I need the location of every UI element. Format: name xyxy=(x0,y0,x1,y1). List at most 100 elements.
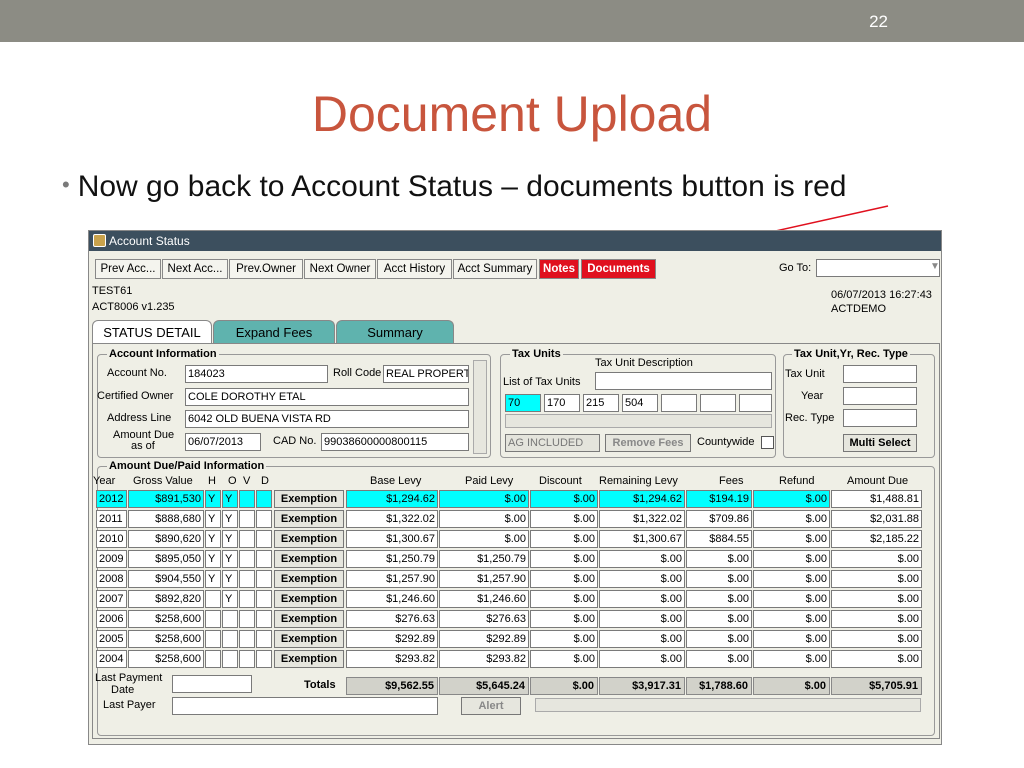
cell-v[interactable] xyxy=(239,570,255,588)
cell-o[interactable]: Y xyxy=(222,530,238,548)
cell-paid[interactable]: $1,250.79 xyxy=(439,550,529,568)
exemption-button[interactable]: Exemption xyxy=(274,630,344,648)
cell-fees[interactable]: $709.86 xyxy=(686,510,752,528)
tab-summary[interactable]: Summary xyxy=(336,320,454,344)
account-scrollbar[interactable] xyxy=(473,360,487,454)
cell-d[interactable] xyxy=(256,530,272,548)
tax-unit-5[interactable] xyxy=(661,394,697,412)
exemption-button[interactable]: Exemption xyxy=(274,530,344,548)
next-acc-button[interactable]: Next Acc... xyxy=(162,259,228,279)
exemption-button[interactable]: Exemption xyxy=(274,550,344,568)
exemption-button[interactable]: Exemption xyxy=(274,490,344,508)
cell-d[interactable] xyxy=(256,590,272,608)
tab-status-detail[interactable]: STATUS DETAIL xyxy=(92,320,212,344)
cell-d[interactable] xyxy=(256,630,272,648)
cell-base[interactable]: $1,246.60 xyxy=(346,590,438,608)
cell-refund[interactable]: $.00 xyxy=(753,570,830,588)
cell-refund[interactable]: $.00 xyxy=(753,630,830,648)
amount-due-date-field[interactable]: 06/07/2013 xyxy=(185,433,261,451)
cell-year[interactable]: 2007 xyxy=(96,590,127,608)
cad-no-field[interactable]: 99038600000800115 xyxy=(321,433,469,451)
cell-base[interactable]: $1,257.90 xyxy=(346,570,438,588)
cell-o[interactable] xyxy=(222,650,238,668)
cell-v[interactable] xyxy=(239,650,255,668)
cell-due[interactable]: $.00 xyxy=(831,570,922,588)
cell-fees[interactable]: $.00 xyxy=(686,550,752,568)
cell-refund[interactable]: $.00 xyxy=(753,530,830,548)
cell-o[interactable]: Y xyxy=(222,510,238,528)
cell-disc[interactable]: $.00 xyxy=(530,650,598,668)
cell-disc[interactable]: $.00 xyxy=(530,610,598,628)
cell-paid[interactable]: $1,246.60 xyxy=(439,590,529,608)
cell-o[interactable]: Y xyxy=(222,490,238,508)
cell-gross[interactable]: $890,620 xyxy=(128,530,204,548)
cell-refund[interactable]: $.00 xyxy=(753,490,830,508)
cell-base[interactable]: $1,294.62 xyxy=(346,490,438,508)
cell-v[interactable] xyxy=(239,630,255,648)
goto-dropdown-icon[interactable]: ▼ xyxy=(930,261,940,272)
cell-disc[interactable]: $.00 xyxy=(530,570,598,588)
cell-year[interactable]: 2005 xyxy=(96,630,127,648)
countywide-checkbox[interactable] xyxy=(761,436,774,449)
cell-gross[interactable]: $891,530 xyxy=(128,490,204,508)
cell-fees[interactable]: $194.19 xyxy=(686,490,752,508)
cell-due[interactable]: $.00 xyxy=(831,590,922,608)
cell-d[interactable] xyxy=(256,510,272,528)
tax-unit-7[interactable] xyxy=(739,394,772,412)
cell-year[interactable]: 2004 xyxy=(96,650,127,668)
last-payer-field[interactable] xyxy=(172,697,438,715)
cell-refund[interactable]: $.00 xyxy=(753,610,830,628)
cell-h[interactable]: Y xyxy=(205,530,221,548)
cell-fees[interactable]: $.00 xyxy=(686,610,752,628)
tab-expand-fees[interactable]: Expand Fees xyxy=(213,320,335,344)
cell-gross[interactable]: $258,600 xyxy=(128,610,204,628)
cell-due[interactable]: $.00 xyxy=(831,550,922,568)
acct-history-button[interactable]: Acct History xyxy=(377,259,452,279)
cell-fees[interactable]: $884.55 xyxy=(686,530,752,548)
next-owner-button[interactable]: Next Owner xyxy=(304,259,376,279)
cell-o[interactable] xyxy=(222,610,238,628)
remove-fees-button[interactable]: Remove Fees xyxy=(605,434,691,452)
cell-gross[interactable]: $888,680 xyxy=(128,510,204,528)
cell-due[interactable]: $2,031.88 xyxy=(831,510,922,528)
cell-refund[interactable]: $.00 xyxy=(753,510,830,528)
exemption-button[interactable]: Exemption xyxy=(274,610,344,628)
tax-unit-2[interactable]: 170 xyxy=(544,394,580,412)
tax-unit-6[interactable] xyxy=(700,394,736,412)
cell-base[interactable]: $292.89 xyxy=(346,630,438,648)
cell-refund[interactable]: $.00 xyxy=(753,650,830,668)
cell-v[interactable] xyxy=(239,610,255,628)
tax-units-scrollbar[interactable] xyxy=(505,414,772,428)
cell-d[interactable] xyxy=(256,610,272,628)
cell-base[interactable]: $293.82 xyxy=(346,650,438,668)
cell-h[interactable]: Y xyxy=(205,490,221,508)
cell-rem[interactable]: $.00 xyxy=(599,610,685,628)
cell-gross[interactable]: $892,820 xyxy=(128,590,204,608)
bottom-scrollbar[interactable] xyxy=(535,698,921,712)
exemption-button[interactable]: Exemption xyxy=(274,650,344,668)
cell-due[interactable]: $.00 xyxy=(831,650,922,668)
cell-paid[interactable]: $276.63 xyxy=(439,610,529,628)
cell-rem[interactable]: $1,322.02 xyxy=(599,510,685,528)
certified-owner-field[interactable]: COLE DOROTHY ETAL xyxy=(185,388,469,406)
cell-rem[interactable]: $.00 xyxy=(599,650,685,668)
cell-paid[interactable]: $.00 xyxy=(439,510,529,528)
cell-h[interactable]: Y xyxy=(205,570,221,588)
cell-year[interactable]: 2011 xyxy=(96,510,127,528)
last-payment-date-field[interactable] xyxy=(172,675,252,693)
cell-v[interactable] xyxy=(239,590,255,608)
tax-unit-select[interactable] xyxy=(843,365,917,383)
cell-o[interactable]: Y xyxy=(222,590,238,608)
cell-h[interactable] xyxy=(205,590,221,608)
cell-disc[interactable]: $.00 xyxy=(530,530,598,548)
rec-type-select[interactable] xyxy=(843,409,917,427)
cell-disc[interactable]: $.00 xyxy=(530,550,598,568)
cell-rem[interactable]: $.00 xyxy=(599,630,685,648)
goto-select[interactable] xyxy=(816,259,940,277)
cell-disc[interactable]: $.00 xyxy=(530,490,598,508)
roll-code-field[interactable]: REAL PROPERT xyxy=(383,365,469,383)
prev-owner-button[interactable]: Prev.Owner xyxy=(229,259,303,279)
alert-button[interactable]: Alert xyxy=(461,697,521,715)
multi-select-button[interactable]: Multi Select xyxy=(843,434,917,452)
cell-disc[interactable]: $.00 xyxy=(530,630,598,648)
